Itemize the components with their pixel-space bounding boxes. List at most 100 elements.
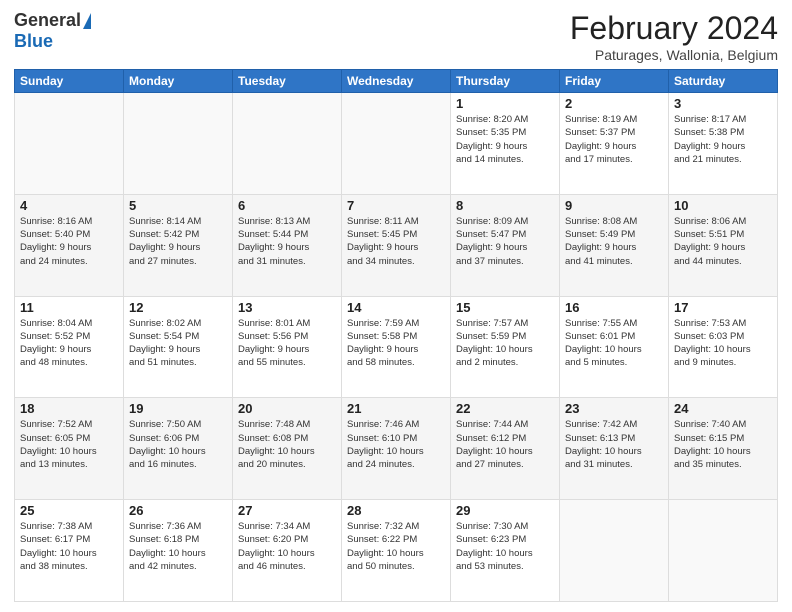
calendar-week-row: 18 Sunrise: 7:52 AM Sunset: 6:05 PM Dayli… — [15, 398, 778, 500]
header: General Blue February 2024 Paturages, Wa… — [14, 10, 778, 63]
calendar-cell: 7 Sunrise: 8:11 AM Sunset: 5:45 PM Daylig… — [342, 194, 451, 296]
day-number: 29 — [456, 503, 554, 518]
day-number: 23 — [565, 401, 663, 416]
calendar-cell: 22Sunrise: 7:44 AM Sunset: 6:12 PM Dayli… — [451, 398, 560, 500]
day-info: Sunrise: 7:38 AM Sunset: 6:17 PM Dayligh… — [20, 520, 118, 573]
calendar-week-row: 1 Sunrise: 8:20 AM Sunset: 5:35 PM Daylig… — [15, 93, 778, 195]
calendar-cell: 28 Sunrise: 7:32 AM Sunset: 6:22 PM Dayli… — [342, 500, 451, 602]
calendar-cell: 11 Sunrise: 8:04 AM Sunset: 5:52 PM Dayli… — [15, 296, 124, 398]
day-info: Sunrise: 8:19 AM Sunset: 5:37 PM Dayligh… — [565, 113, 663, 166]
calendar-cell: 23 Sunrise: 7:42 AM Sunset: 6:13 PM Dayli… — [560, 398, 669, 500]
day-info: Sunrise: 7:59 AM Sunset: 5:58 PM Dayligh… — [347, 317, 445, 370]
page: General Blue February 2024 Paturages, Wa… — [0, 0, 792, 612]
day-info: Sunrise: 8:11 AM Sunset: 5:45 PM Dayligh… — [347, 215, 445, 268]
day-info: Sunrise: 7:30 AM Sunset: 6:23 PM Dayligh… — [456, 520, 554, 573]
day-info: Sunrise: 7:48 AM Sunset: 6:08 PM Dayligh… — [238, 418, 336, 471]
day-number: 14 — [347, 300, 445, 315]
day-number: 2 — [565, 96, 663, 111]
day-number: 8 — [456, 198, 554, 213]
day-info: Sunrise: 8:08 AM Sunset: 5:49 PM Dayligh… — [565, 215, 663, 268]
calendar-table: SundayMondayTuesdayWednesdayThursdayFrid… — [14, 69, 778, 602]
header-day-sunday: Sunday — [15, 70, 124, 93]
calendar-location: Paturages, Wallonia, Belgium — [570, 47, 778, 63]
day-info: Sunrise: 8:17 AM Sunset: 5:38 PM Dayligh… — [674, 113, 772, 166]
day-number: 18 — [20, 401, 118, 416]
calendar-cell: 2 Sunrise: 8:19 AM Sunset: 5:37 PM Daylig… — [560, 93, 669, 195]
day-info: Sunrise: 7:52 AM Sunset: 6:05 PM Dayligh… — [20, 418, 118, 471]
calendar-cell — [233, 93, 342, 195]
day-info: Sunrise: 7:53 AM Sunset: 6:03 PM Dayligh… — [674, 317, 772, 370]
day-info: Sunrise: 8:16 AM Sunset: 5:40 PM Dayligh… — [20, 215, 118, 268]
day-info: Sunrise: 7:55 AM Sunset: 6:01 PM Dayligh… — [565, 317, 663, 370]
day-number: 12 — [129, 300, 227, 315]
calendar-cell: 16 Sunrise: 7:55 AM Sunset: 6:01 PM Dayli… — [560, 296, 669, 398]
calendar-week-row: 4 Sunrise: 8:16 AM Sunset: 5:40 PM Daylig… — [15, 194, 778, 296]
day-info: Sunrise: 7:50 AM Sunset: 6:06 PM Dayligh… — [129, 418, 227, 471]
day-number: 1 — [456, 96, 554, 111]
calendar-cell — [560, 500, 669, 602]
calendar-cell: 27Sunrise: 7:34 AM Sunset: 6:20 PM Dayli… — [233, 500, 342, 602]
calendar-week-row: 11 Sunrise: 8:04 AM Sunset: 5:52 PM Dayli… — [15, 296, 778, 398]
title-block: February 2024 Paturages, Wallonia, Belgi… — [570, 10, 778, 63]
day-number: 10 — [674, 198, 772, 213]
day-number: 28 — [347, 503, 445, 518]
day-number: 21 — [347, 401, 445, 416]
calendar-cell: 12 Sunrise: 8:02 AM Sunset: 5:54 PM Dayli… — [124, 296, 233, 398]
calendar-cell: 9Sunrise: 8:08 AM Sunset: 5:49 PM Daylig… — [560, 194, 669, 296]
logo-general-text: General — [14, 10, 81, 31]
calendar-cell — [669, 500, 778, 602]
day-number: 27 — [238, 503, 336, 518]
day-number: 16 — [565, 300, 663, 315]
day-info: Sunrise: 7:42 AM Sunset: 6:13 PM Dayligh… — [565, 418, 663, 471]
calendar-cell: 25 Sunrise: 7:38 AM Sunset: 6:17 PM Dayli… — [15, 500, 124, 602]
day-info: Sunrise: 7:57 AM Sunset: 5:59 PM Dayligh… — [456, 317, 554, 370]
calendar-cell — [15, 93, 124, 195]
calendar-cell: 13Sunrise: 8:01 AM Sunset: 5:56 PM Dayli… — [233, 296, 342, 398]
day-info: Sunrise: 8:13 AM Sunset: 5:44 PM Dayligh… — [238, 215, 336, 268]
day-info: Sunrise: 7:46 AM Sunset: 6:10 PM Dayligh… — [347, 418, 445, 471]
day-number: 11 — [20, 300, 118, 315]
day-number: 4 — [20, 198, 118, 213]
day-number: 24 — [674, 401, 772, 416]
day-number: 5 — [129, 198, 227, 213]
day-info: Sunrise: 8:02 AM Sunset: 5:54 PM Dayligh… — [129, 317, 227, 370]
logo-blue-text: Blue — [14, 31, 53, 52]
header-day-thursday: Thursday — [451, 70, 560, 93]
calendar-cell — [124, 93, 233, 195]
calendar-cell: 24Sunrise: 7:40 AM Sunset: 6:15 PM Dayli… — [669, 398, 778, 500]
calendar-cell: 21 Sunrise: 7:46 AM Sunset: 6:10 PM Dayli… — [342, 398, 451, 500]
day-number: 17 — [674, 300, 772, 315]
calendar-cell: 20Sunrise: 7:48 AM Sunset: 6:08 PM Dayli… — [233, 398, 342, 500]
day-number: 6 — [238, 198, 336, 213]
day-number: 19 — [129, 401, 227, 416]
calendar-cell: 18 Sunrise: 7:52 AM Sunset: 6:05 PM Dayli… — [15, 398, 124, 500]
calendar-cell: 19 Sunrise: 7:50 AM Sunset: 6:06 PM Dayli… — [124, 398, 233, 500]
calendar-cell: 1 Sunrise: 8:20 AM Sunset: 5:35 PM Daylig… — [451, 93, 560, 195]
day-info: Sunrise: 8:04 AM Sunset: 5:52 PM Dayligh… — [20, 317, 118, 370]
day-info: Sunrise: 8:20 AM Sunset: 5:35 PM Dayligh… — [456, 113, 554, 166]
day-number: 26 — [129, 503, 227, 518]
calendar-week-row: 25 Sunrise: 7:38 AM Sunset: 6:17 PM Dayli… — [15, 500, 778, 602]
header-day-saturday: Saturday — [669, 70, 778, 93]
day-info: Sunrise: 7:36 AM Sunset: 6:18 PM Dayligh… — [129, 520, 227, 573]
calendar-cell: 17 Sunrise: 7:53 AM Sunset: 6:03 PM Dayli… — [669, 296, 778, 398]
calendar-cell: 6 Sunrise: 8:13 AM Sunset: 5:44 PM Daylig… — [233, 194, 342, 296]
day-info: Sunrise: 7:44 AM Sunset: 6:12 PM Dayligh… — [456, 418, 554, 471]
header-day-tuesday: Tuesday — [233, 70, 342, 93]
day-info: Sunrise: 8:09 AM Sunset: 5:47 PM Dayligh… — [456, 215, 554, 268]
logo: General Blue — [14, 10, 91, 52]
day-number: 7 — [347, 198, 445, 213]
calendar-cell: 8 Sunrise: 8:09 AM Sunset: 5:47 PM Daylig… — [451, 194, 560, 296]
calendar-cell: 29 Sunrise: 7:30 AM Sunset: 6:23 PM Dayli… — [451, 500, 560, 602]
calendar-cell — [342, 93, 451, 195]
day-number: 15 — [456, 300, 554, 315]
header-day-friday: Friday — [560, 70, 669, 93]
calendar-cell: 15 Sunrise: 7:57 AM Sunset: 5:59 PM Dayli… — [451, 296, 560, 398]
day-number: 25 — [20, 503, 118, 518]
calendar-cell: 5Sunrise: 8:14 AM Sunset: 5:42 PM Daylig… — [124, 194, 233, 296]
day-info: Sunrise: 7:32 AM Sunset: 6:22 PM Dayligh… — [347, 520, 445, 573]
calendar-cell: 3Sunrise: 8:17 AM Sunset: 5:38 PM Daylig… — [669, 93, 778, 195]
header-day-monday: Monday — [124, 70, 233, 93]
calendar-cell: 14 Sunrise: 7:59 AM Sunset: 5:58 PM Dayli… — [342, 296, 451, 398]
calendar-cell: 10Sunrise: 8:06 AM Sunset: 5:51 PM Dayli… — [669, 194, 778, 296]
